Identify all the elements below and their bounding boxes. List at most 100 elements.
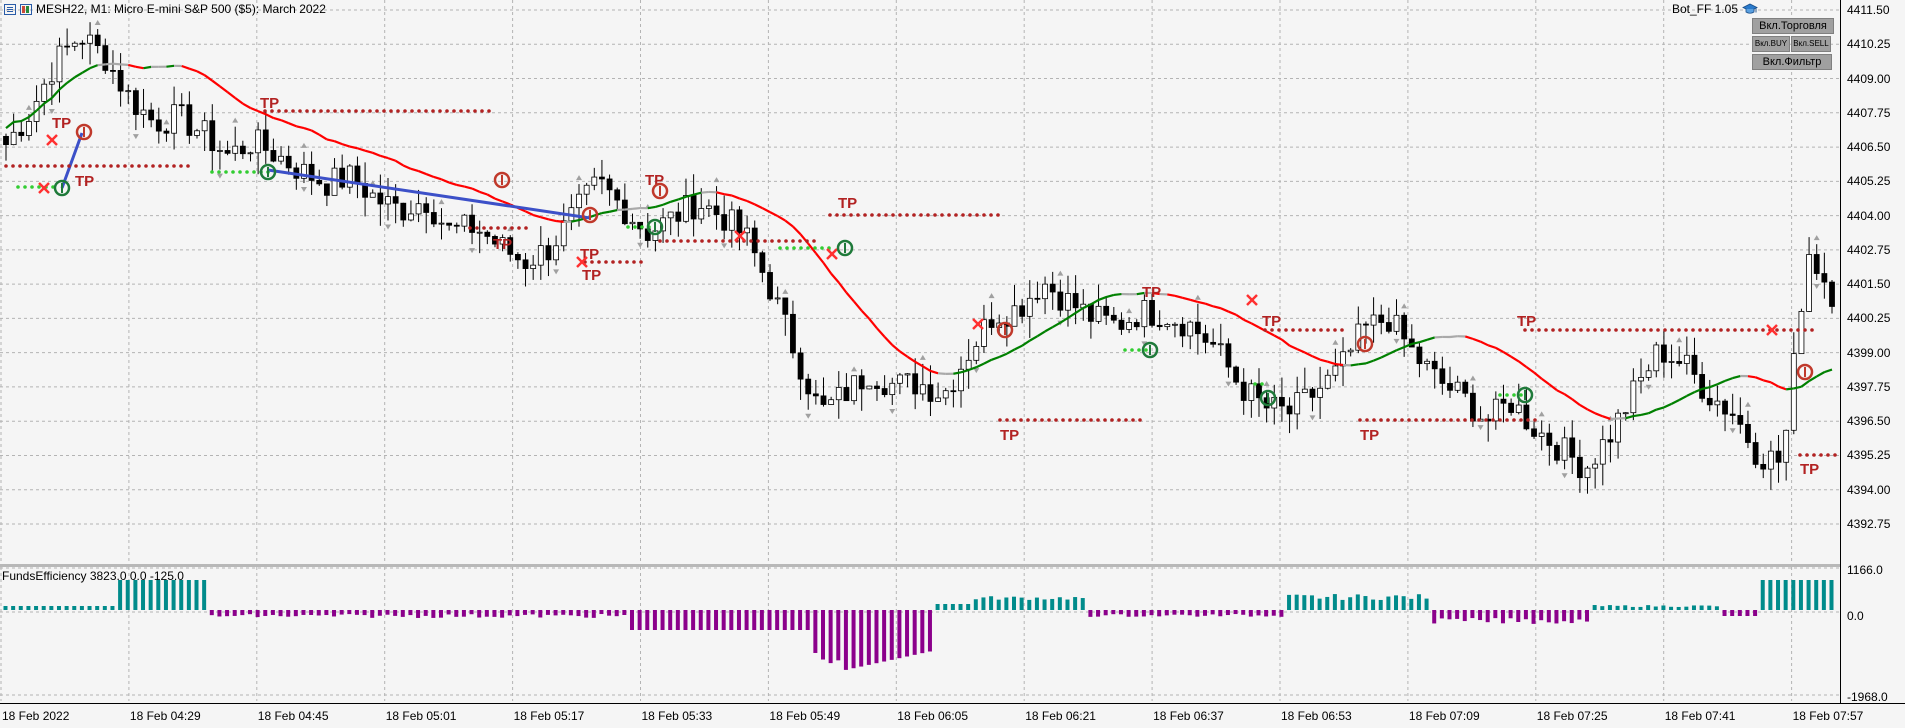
histogram-bar — [248, 610, 252, 614]
ma-segment — [869, 319, 877, 328]
ma-segment — [396, 161, 404, 166]
fractal-up-marker — [232, 118, 238, 123]
ma-segment — [1251, 323, 1259, 327]
histogram-bar — [890, 610, 894, 660]
histogram-bar — [1715, 606, 1719, 610]
dot — [1572, 328, 1576, 332]
bull-candle — [1333, 366, 1338, 375]
histogram-bar — [1287, 595, 1291, 610]
ma-segment — [419, 171, 427, 174]
histogram-bar — [1577, 610, 1581, 620]
indicator-pane[interactable]: FundsEfficiency 3823.0 0.0 -125.0 — [0, 567, 1840, 701]
bull-candle — [554, 246, 559, 260]
dot — [231, 170, 235, 174]
bull-candle — [1768, 451, 1773, 469]
ma-segment — [1465, 336, 1473, 338]
buy-toggle-button[interactable]: Вкл.BUY — [1752, 36, 1790, 52]
dot — [186, 164, 190, 168]
time-tick-label: 18 Feb 06:53 — [1281, 709, 1352, 723]
histogram-bar — [271, 610, 275, 615]
bear-candle — [431, 212, 436, 223]
histogram-bar — [577, 610, 581, 616]
bear-candle — [1738, 415, 1743, 424]
ma-segment — [1358, 363, 1366, 364]
chart-list-icon[interactable] — [4, 4, 16, 15]
histogram-bar — [1203, 610, 1207, 616]
price-chart-pane[interactable]: TPTPTPTPTPTPTPTPTPTPTPTPTPTP MESH22, M1:… — [0, 0, 1840, 564]
dot — [891, 213, 895, 217]
indicator-label: FundsEfficiency 3823.0 0.0 -125.0 — [2, 569, 184, 583]
histogram-bar — [286, 610, 290, 617]
time-tick-label: 18 Feb 05:49 — [769, 709, 840, 723]
dot — [179, 164, 183, 168]
bear-candle — [1814, 254, 1819, 273]
histogram-bar — [1707, 606, 1711, 610]
histogram-bar — [1600, 606, 1604, 610]
histogram-bar — [1700, 605, 1704, 610]
fractal-up-marker — [301, 143, 307, 148]
dot — [982, 213, 986, 217]
ma-segment — [999, 354, 1007, 357]
ma-segment — [105, 64, 113, 65]
dot — [1137, 348, 1141, 352]
ma-segment — [831, 274, 839, 283]
dot — [1096, 418, 1100, 422]
dot — [813, 246, 817, 250]
bull-candle — [1715, 401, 1720, 405]
histogram-bar — [1425, 599, 1429, 610]
dot — [368, 109, 372, 113]
dot — [1726, 328, 1730, 332]
histogram-bar — [599, 610, 603, 614]
dot — [884, 213, 888, 217]
filter-toggle-button[interactable]: Вкл.Фильтр — [1752, 54, 1832, 70]
ma-segment — [1649, 410, 1657, 414]
ma-segment — [14, 121, 22, 122]
tp-level — [998, 418, 1142, 422]
sell-toggle-button[interactable]: Вкл.SELL — [1791, 36, 1831, 52]
indicator-canvas[interactable] — [0, 567, 1840, 701]
dot — [756, 239, 760, 243]
chart-type-icon[interactable] — [20, 4, 32, 15]
dot — [693, 239, 697, 243]
histogram-bar — [1043, 599, 1047, 610]
ma-segment — [625, 209, 633, 210]
price-tick-label: 4394.00 — [1847, 483, 1890, 497]
dot — [639, 260, 643, 264]
ma-segment — [357, 148, 365, 150]
bear-candle — [1723, 401, 1728, 414]
dot — [137, 164, 141, 168]
bear-candle — [790, 314, 795, 353]
histogram-bar — [1020, 598, 1024, 610]
time-tick-label: 18 Feb 04:45 — [258, 709, 329, 723]
dot — [1298, 328, 1302, 332]
time-scale[interactable]: 18 Feb 202218 Feb 04:2918 Feb 04:4518 Fe… — [0, 703, 1905, 728]
dot — [480, 109, 484, 113]
price-chart-canvas[interactable]: TPTPTPTPTPTPTPTPTPTPTPTPTPTP — [0, 0, 1840, 564]
dot — [947, 213, 951, 217]
fractal-up-marker — [1401, 303, 1407, 308]
dot — [1110, 418, 1114, 422]
dot — [1089, 418, 1093, 422]
histogram-bar — [745, 610, 749, 630]
bear-candle — [1509, 403, 1514, 412]
time-tick-label: 18 Feb 05:01 — [386, 709, 457, 723]
bull-candle — [256, 130, 261, 153]
ma-segment — [770, 212, 778, 216]
bull-candle — [332, 168, 337, 195]
dot — [503, 226, 507, 230]
histogram-bar — [477, 610, 481, 618]
price-scale[interactable]: 4411.504410.254409.004407.754406.504405.… — [1840, 0, 1905, 703]
trade-toggle-button[interactable]: Вкл.Торговля — [1752, 18, 1834, 34]
bear-candle — [1088, 304, 1093, 321]
bull-candle — [279, 156, 284, 161]
histogram-bar — [1455, 610, 1459, 619]
ma-segment — [1106, 295, 1114, 297]
bear-candle — [1226, 344, 1231, 367]
ma-segment — [1274, 335, 1282, 339]
dot — [1449, 418, 1453, 422]
bear-candle — [4, 136, 9, 144]
bear-candle — [225, 150, 230, 153]
dot — [863, 213, 867, 217]
dot — [777, 239, 781, 243]
ma-segment — [938, 373, 946, 374]
